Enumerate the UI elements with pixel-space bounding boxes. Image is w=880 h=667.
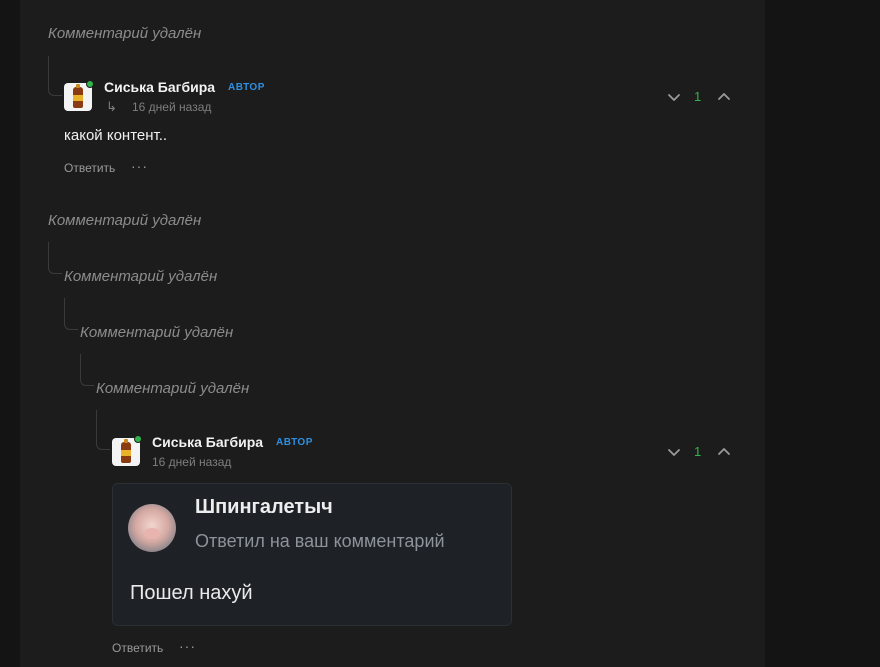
thread-line: [96, 410, 110, 450]
embed-author-name: Шпингалетыч: [195, 496, 333, 518]
reply-arrow-icon: ↳: [106, 99, 117, 114]
deleted-comment: Комментарий удалён: [96, 380, 250, 397]
thread-line: [64, 298, 78, 330]
upvote-chevron-up-icon[interactable]: [716, 444, 732, 460]
reply-button[interactable]: Ответить: [64, 161, 115, 175]
comment-text: какой контент..: [64, 127, 168, 144]
deleted-comment: Комментарий удалён: [80, 324, 234, 341]
author-badge: АВТОР: [228, 82, 265, 93]
embed-subtitle: Ответил на ваш комментарий: [195, 531, 445, 551]
thread-line: [80, 354, 94, 386]
vote-count: 1: [694, 89, 702, 104]
vote-count: 1: [694, 444, 702, 459]
deleted-comment: Комментарий удалён: [64, 268, 218, 285]
thread-line: [48, 242, 62, 274]
deleted-comment: Комментарий удалён: [48, 212, 202, 229]
upvote-chevron-up-icon[interactable]: [716, 89, 732, 105]
online-indicator: [86, 80, 94, 88]
comment-time[interactable]: 16 дней назад: [152, 455, 231, 469]
comment-time[interactable]: 16 дней назад: [132, 100, 211, 114]
embed-message: Пошел нахуй: [130, 582, 253, 604]
more-options-icon[interactable]: ···: [131, 158, 148, 174]
attached-image[interactable]: Шпингалетыч Ответил на ваш комментарий П…: [112, 483, 512, 626]
deleted-comment: Комментарий удалён: [48, 25, 202, 42]
downvote-chevron-down-icon[interactable]: [666, 444, 682, 460]
embed-avatar: [128, 504, 176, 552]
more-options-icon[interactable]: ···: [179, 638, 196, 654]
author-badge: АВТОР: [276, 437, 313, 448]
comment-author[interactable]: Сиська Багбира: [152, 434, 263, 450]
comment-author[interactable]: Сиська Багбира: [104, 79, 215, 95]
downvote-chevron-down-icon[interactable]: [666, 89, 682, 105]
thread-line: [48, 56, 62, 96]
online-indicator: [134, 435, 142, 443]
reply-button[interactable]: Ответить: [112, 641, 163, 655]
